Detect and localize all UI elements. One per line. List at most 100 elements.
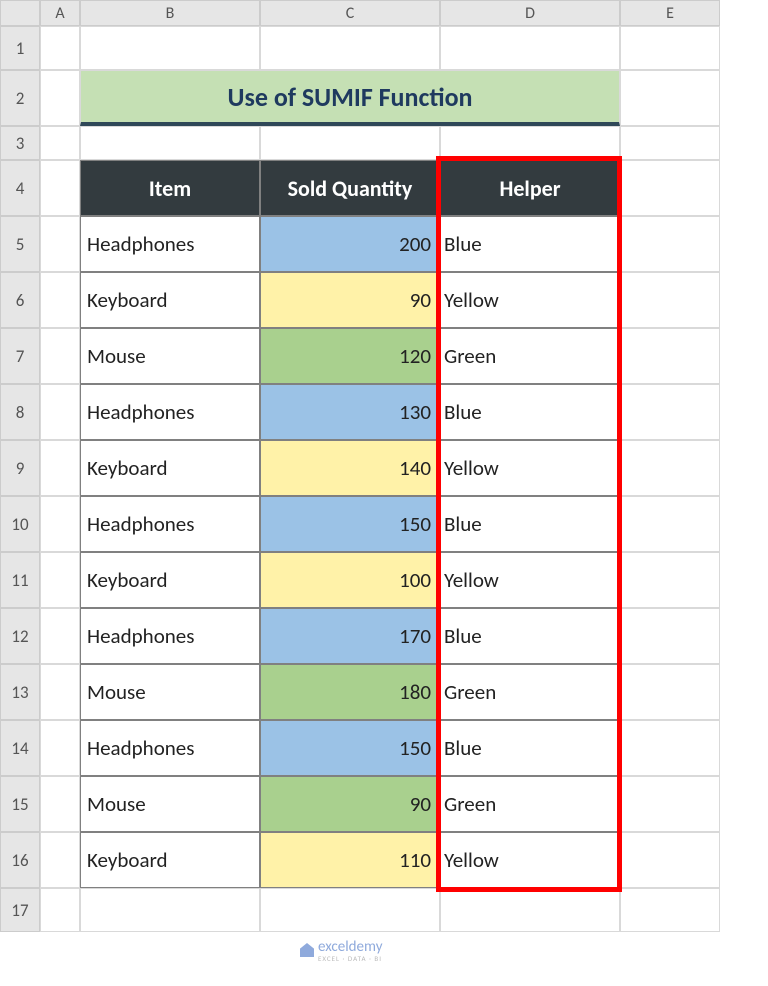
- row-header-3[interactable]: 3: [0, 126, 40, 160]
- cell-empty[interactable]: [620, 608, 720, 664]
- cell-qty[interactable]: 90: [260, 272, 440, 328]
- cell-qty[interactable]: 150: [260, 720, 440, 776]
- cell-empty[interactable]: [620, 384, 720, 440]
- cell-helper[interactable]: Blue: [440, 216, 620, 272]
- cell-item[interactable]: Headphones: [80, 216, 260, 272]
- cell-empty[interactable]: [440, 888, 620, 932]
- row-header-6[interactable]: 6: [0, 272, 40, 328]
- cell-empty[interactable]: [260, 126, 440, 160]
- cell-helper[interactable]: Yellow: [440, 440, 620, 496]
- column-header-A[interactable]: A: [40, 0, 80, 26]
- cell-item[interactable]: Keyboard: [80, 272, 260, 328]
- column-header-B[interactable]: B: [80, 0, 260, 26]
- cell-empty[interactable]: [620, 216, 720, 272]
- row-header-17[interactable]: 17: [0, 888, 40, 932]
- column-header-C[interactable]: C: [260, 0, 440, 26]
- cell-helper[interactable]: Yellow: [440, 552, 620, 608]
- select-all-corner[interactable]: [0, 0, 40, 26]
- table-header-qty[interactable]: Sold Quantity: [260, 160, 440, 216]
- cell-helper[interactable]: Yellow: [440, 272, 620, 328]
- cell-helper[interactable]: Green: [440, 776, 620, 832]
- cell-empty[interactable]: [620, 440, 720, 496]
- cell-empty[interactable]: [80, 26, 260, 70]
- row-header-9[interactable]: 9: [0, 440, 40, 496]
- cell-item[interactable]: Mouse: [80, 776, 260, 832]
- cell-item[interactable]: Mouse: [80, 664, 260, 720]
- cell-qty[interactable]: 100: [260, 552, 440, 608]
- row-header-16[interactable]: 16: [0, 832, 40, 888]
- cell-empty[interactable]: [40, 888, 80, 932]
- cell-qty[interactable]: 130: [260, 384, 440, 440]
- cell-empty[interactable]: [40, 384, 80, 440]
- cell-empty[interactable]: [620, 720, 720, 776]
- column-header-E[interactable]: E: [620, 0, 720, 26]
- cell-empty[interactable]: [620, 496, 720, 552]
- cell-empty[interactable]: [620, 26, 720, 70]
- cell-qty[interactable]: 120: [260, 328, 440, 384]
- column-header-D[interactable]: D: [440, 0, 620, 26]
- row-header-10[interactable]: 10: [0, 496, 40, 552]
- row-header-15[interactable]: 15: [0, 776, 40, 832]
- cell-item[interactable]: Headphones: [80, 720, 260, 776]
- row-header-11[interactable]: 11: [0, 552, 40, 608]
- table-header-helper[interactable]: Helper: [440, 160, 620, 216]
- cell-item[interactable]: Keyboard: [80, 552, 260, 608]
- cell-empty[interactable]: [80, 888, 260, 932]
- cell-empty[interactable]: [620, 126, 720, 160]
- cell-item[interactable]: Headphones: [80, 496, 260, 552]
- cell-empty[interactable]: [620, 888, 720, 932]
- cell-empty[interactable]: [40, 664, 80, 720]
- cell-qty[interactable]: 90: [260, 776, 440, 832]
- row-header-5[interactable]: 5: [0, 216, 40, 272]
- cell-empty[interactable]: [40, 160, 80, 216]
- cell-empty[interactable]: [620, 272, 720, 328]
- cell-qty[interactable]: 200: [260, 216, 440, 272]
- cell-qty[interactable]: 180: [260, 664, 440, 720]
- row-header-2[interactable]: 2: [0, 70, 40, 126]
- cell-item[interactable]: Keyboard: [80, 832, 260, 888]
- cell-empty[interactable]: [620, 664, 720, 720]
- row-header-12[interactable]: 12: [0, 608, 40, 664]
- cell-helper[interactable]: Blue: [440, 608, 620, 664]
- cell-helper[interactable]: Blue: [440, 496, 620, 552]
- cell-empty[interactable]: [620, 552, 720, 608]
- cell-empty[interactable]: [40, 70, 80, 126]
- cell-empty[interactable]: [40, 26, 80, 70]
- cell-item[interactable]: Keyboard: [80, 440, 260, 496]
- cell-qty[interactable]: 170: [260, 608, 440, 664]
- cell-empty[interactable]: [260, 26, 440, 70]
- cell-item[interactable]: Headphones: [80, 384, 260, 440]
- cell-empty[interactable]: [620, 328, 720, 384]
- row-header-1[interactable]: 1: [0, 26, 40, 70]
- cell-empty[interactable]: [620, 832, 720, 888]
- cell-empty[interactable]: [40, 328, 80, 384]
- cell-empty[interactable]: [40, 496, 80, 552]
- cell-helper[interactable]: Green: [440, 664, 620, 720]
- cell-empty[interactable]: [620, 160, 720, 216]
- cell-empty[interactable]: [40, 832, 80, 888]
- title-cell[interactable]: Use of SUMIF Function: [80, 70, 620, 126]
- row-header-4[interactable]: 4: [0, 160, 40, 216]
- cell-empty[interactable]: [260, 888, 440, 932]
- row-header-14[interactable]: 14: [0, 720, 40, 776]
- cell-qty[interactable]: 110: [260, 832, 440, 888]
- cell-empty[interactable]: [40, 720, 80, 776]
- cell-empty[interactable]: [40, 126, 80, 160]
- cell-helper[interactable]: Green: [440, 328, 620, 384]
- cell-empty[interactable]: [440, 126, 620, 160]
- cell-helper[interactable]: Blue: [440, 384, 620, 440]
- row-header-8[interactable]: 8: [0, 384, 40, 440]
- cell-empty[interactable]: [40, 608, 80, 664]
- cell-empty[interactable]: [40, 216, 80, 272]
- cell-empty[interactable]: [620, 70, 720, 126]
- cell-qty[interactable]: 140: [260, 440, 440, 496]
- cell-empty[interactable]: [620, 776, 720, 832]
- cell-empty[interactable]: [40, 552, 80, 608]
- cell-empty[interactable]: [440, 26, 620, 70]
- cell-item[interactable]: Headphones: [80, 608, 260, 664]
- row-header-13[interactable]: 13: [0, 664, 40, 720]
- cell-helper[interactable]: Yellow: [440, 832, 620, 888]
- cell-empty[interactable]: [80, 126, 260, 160]
- cell-item[interactable]: Mouse: [80, 328, 260, 384]
- table-header-item[interactable]: Item: [80, 160, 260, 216]
